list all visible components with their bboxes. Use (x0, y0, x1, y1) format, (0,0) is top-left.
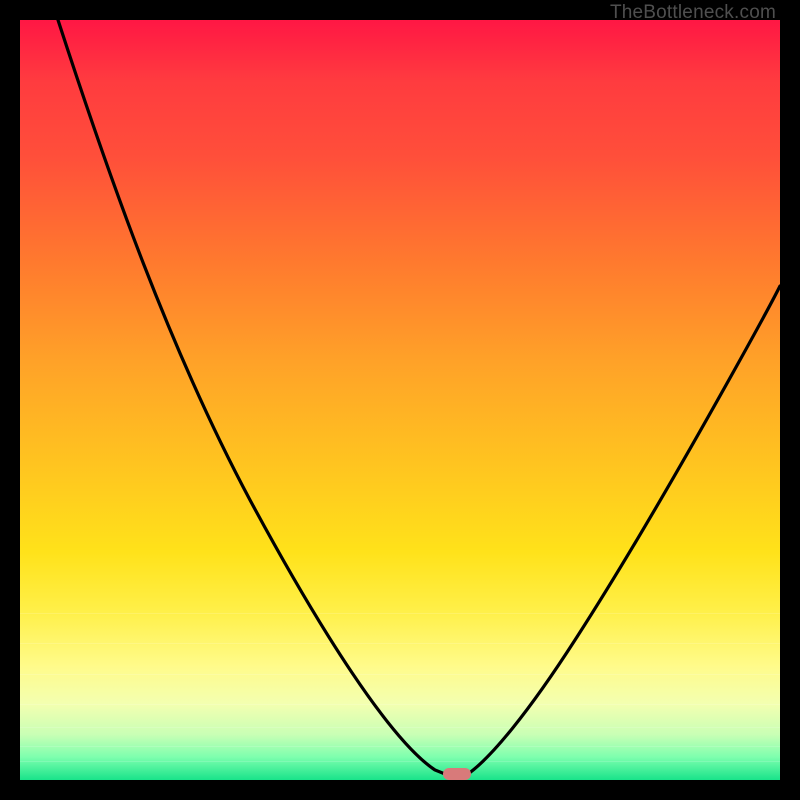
curve-right-branch (465, 286, 780, 776)
bottleneck-curve (20, 20, 780, 780)
min-marker (443, 768, 471, 780)
curve-left-branch (58, 20, 450, 776)
plot-area (20, 20, 780, 780)
chart-frame: TheBottleneck.com (0, 0, 800, 800)
